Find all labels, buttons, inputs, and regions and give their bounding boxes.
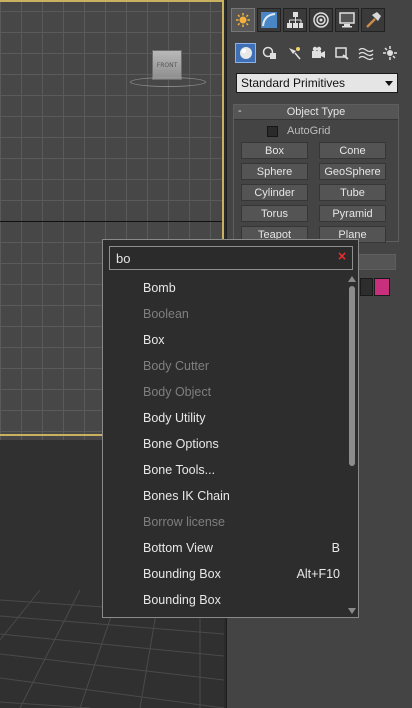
- torus-button[interactable]: Torus: [241, 205, 308, 222]
- sphere-button[interactable]: Sphere: [241, 163, 308, 180]
- results-scrollbar[interactable]: [348, 276, 356, 616]
- search-result-item[interactable]: Bomb: [103, 276, 347, 302]
- search-result-item[interactable]: Bones IK Chain: [103, 484, 347, 510]
- lights-icon: [288, 47, 301, 60]
- viewcube[interactable]: FRONT: [152, 50, 182, 80]
- scroll-down-arrow-icon[interactable]: [348, 608, 356, 614]
- search-result-label: Bounding Box: [143, 567, 221, 581]
- pyramid-button[interactable]: Pyramid: [319, 205, 386, 222]
- chevron-down-icon: [385, 81, 393, 86]
- viewcube-compass-ring[interactable]: [130, 77, 206, 87]
- scrollbar-thumb[interactable]: [349, 286, 355, 466]
- search-result-item[interactable]: Bounding Box Alt+F10: [103, 562, 347, 588]
- geometry-icon: [239, 47, 252, 59]
- search-box: ×: [109, 246, 353, 270]
- shapes-icon: [262, 46, 276, 59]
- search-input[interactable]: [110, 247, 332, 269]
- rollout-title: Object Type: [286, 106, 346, 118]
- search-result-item[interactable]: Body Utility: [103, 406, 347, 432]
- spacewarps-subtab[interactable]: [355, 43, 376, 63]
- search-result-label: Bottom View: [143, 541, 213, 555]
- command-panel-tabs: [231, 8, 385, 34]
- helpers-subtab[interactable]: [331, 43, 352, 63]
- autogrid-checkbox[interactable]: [267, 125, 278, 137]
- viewport-axis-line: [0, 221, 222, 222]
- modify-icon: [261, 12, 277, 28]
- search-result-item[interactable]: Body Object: [103, 380, 347, 406]
- create-icon: [236, 13, 250, 27]
- modify-tab[interactable]: [257, 8, 281, 32]
- search-result-label: Box: [143, 333, 165, 347]
- lights-subtab[interactable]: [283, 43, 304, 63]
- search-result-item[interactable]: Bone Tools...: [103, 458, 347, 484]
- scroll-up-arrow-icon[interactable]: [348, 276, 356, 282]
- primitive-category-dropdown[interactable]: Standard Primitives: [236, 73, 398, 93]
- search-result-item[interactable]: Body Cutter: [103, 354, 347, 380]
- display-icon: [339, 12, 355, 28]
- search-result-label: Body Object: [143, 385, 212, 399]
- systems-icon: [382, 46, 397, 60]
- search-result-item[interactable]: Box: [103, 328, 347, 354]
- search-result-label: Body Cutter: [143, 359, 210, 373]
- geometry-subtab[interactable]: [235, 43, 256, 63]
- tube-button[interactable]: Tube: [319, 184, 386, 201]
- cylinder-button[interactable]: Cylinder: [241, 184, 308, 201]
- cone-button[interactable]: Cone: [319, 142, 386, 159]
- create-tab[interactable]: [231, 8, 255, 32]
- helpers-icon: [334, 47, 349, 60]
- object-color-swatch[interactable]: [374, 278, 390, 296]
- display-tab[interactable]: [335, 8, 359, 32]
- systems-subtab[interactable]: [379, 43, 400, 63]
- search-result-label: Bounding Box: [143, 593, 221, 607]
- search-result-item[interactable]: Borrow license: [103, 510, 347, 536]
- search-result-label: Body Utility: [143, 411, 206, 425]
- name-field-edge[interactable]: [360, 278, 373, 296]
- search-result-label: Boolean: [143, 307, 189, 321]
- clear-search-icon[interactable]: ×: [337, 249, 347, 263]
- geosphere-button[interactable]: GeoSphere: [319, 163, 386, 180]
- search-result-item[interactable]: Bone Options: [103, 432, 347, 458]
- shapes-subtab[interactable]: [259, 43, 280, 63]
- search-result-label: Bone Options: [143, 437, 219, 451]
- search-result-label: Bomb: [143, 281, 176, 295]
- cameras-subtab[interactable]: [307, 43, 328, 63]
- motion-icon: [313, 12, 329, 28]
- search-result-label: Bone Tools...: [143, 463, 216, 477]
- motion-tab[interactable]: [309, 8, 333, 32]
- object-type-rollout-header[interactable]: - Object Type: [234, 105, 398, 120]
- search-result-label: Bones IK Chain: [143, 489, 230, 503]
- utilities-icon: [366, 12, 381, 28]
- cameras-icon: [311, 46, 325, 58]
- hierarchy-icon: [287, 12, 303, 28]
- search-results-list: Bomb Boolean Box Body Cutter Body Object Body…: [103, 276, 347, 614]
- search-result-item[interactable]: Bottom View B: [103, 536, 347, 562]
- search-result-shortcut: B: [331, 541, 340, 555]
- search-result-item[interactable]: Bounding Box: [103, 588, 347, 614]
- create-category-buttons: [235, 43, 400, 63]
- name-color-rollout-header[interactable]: [358, 254, 396, 270]
- autogrid-option: AutoGrid: [267, 125, 330, 137]
- autogrid-label: AutoGrid: [287, 125, 331, 137]
- action-search-popup: × BombBooleanBoxBody CutterBody ObjectBo…: [102, 239, 359, 618]
- spacewarps-icon: [358, 47, 373, 61]
- utilities-tab[interactable]: [361, 8, 385, 32]
- hierarchy-tab[interactable]: [283, 8, 307, 32]
- category-dropdown-value: Standard Primitives: [241, 76, 346, 90]
- viewcube-face-label: FRONT: [156, 61, 178, 69]
- search-result-shortcut: Alt+F10: [296, 567, 340, 581]
- object-type-rollout: - Object Type AutoGrid Box Cone Sphere G…: [233, 104, 399, 243]
- search-result-item[interactable]: Boolean: [103, 302, 347, 328]
- box-button[interactable]: Box: [241, 142, 308, 159]
- search-result-label: Borrow license: [143, 515, 225, 529]
